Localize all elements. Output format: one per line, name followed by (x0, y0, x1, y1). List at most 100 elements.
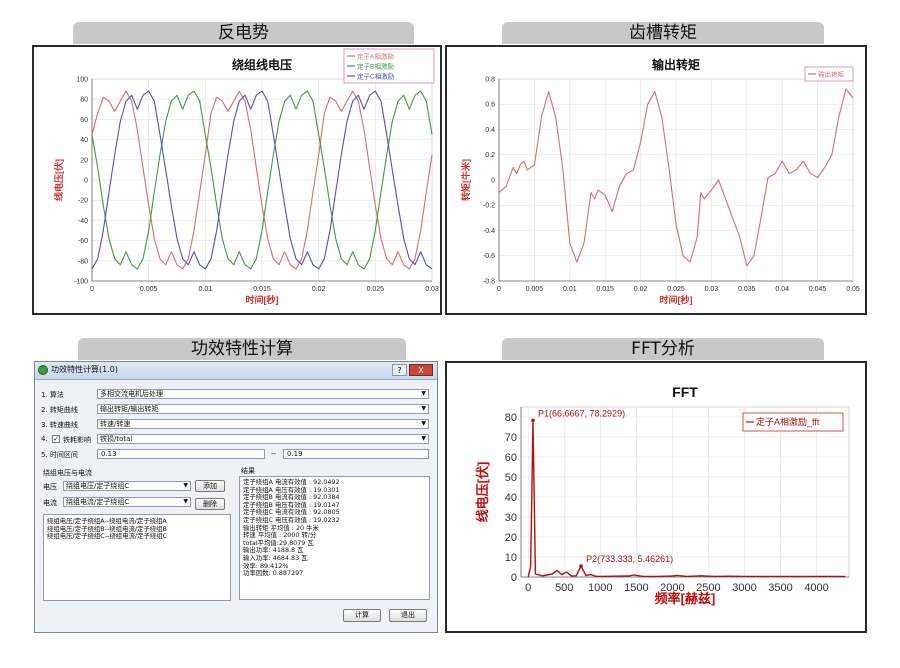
y-axis-label: 转矩[牛米] (460, 159, 471, 201)
current-value: 绕组电流/定子绕组C (66, 498, 130, 506)
exit-button[interactable]: 退出 (389, 609, 427, 622)
y-tick-label: 20 (80, 157, 88, 164)
x-tick-label: 0.02 (634, 286, 648, 293)
time-separator: -- (271, 450, 277, 458)
x-tick-label: 0.015 (596, 286, 614, 293)
list-item[interactable]: 绕组电压/定子绕组C--绕组电流/定子绕组C (47, 533, 227, 541)
time-range-label: 5. 时间区间 (41, 451, 78, 459)
time-from-input[interactable]: 0.13 (97, 449, 265, 459)
x-tick-label: 0.05 (846, 286, 860, 293)
fft-chart: 0 500 1000 1500 2000 2500 3000 3500 400001020304… (475, 384, 850, 606)
time-to-input[interactable]: 0.19 (283, 449, 429, 459)
back-emf-panel: 0 0.005 0.01 0.015 0.02 0.025 0.03 100 80 60 40 20 0… (32, 45, 442, 315)
efficiency-dialog: 功效特性计算(1.0) ? X 1. 算法 多相交流电机后处理 ▼ 2. 转矩曲… (34, 361, 438, 633)
chevron-down-icon: ▼ (421, 420, 426, 427)
result-title: 结果 (241, 467, 255, 475)
x-tick-label: 0.03 (705, 286, 719, 293)
y-tick-label: 60 (505, 452, 517, 464)
app-icon (38, 365, 48, 375)
x-tick-label: 0.01 (563, 286, 577, 293)
y-tick-label: 100 (76, 76, 88, 83)
y-tick-label: -0.4 (483, 228, 495, 235)
x-tick-label: 0.005 (140, 286, 158, 293)
iron-loss-checkbox[interactable]: ✓ (52, 435, 60, 443)
chevron-down-icon: ▼ (183, 498, 188, 505)
x-tick-label: 0 (497, 286, 501, 293)
pair-list[interactable]: 绕组电压/定子绕组A--绕组电流/定子绕组A 绕组电压/定子绕组B--绕组电流/… (43, 514, 231, 601)
dialog-titlebar[interactable]: 功效特性计算(1.0) ? X (35, 362, 437, 380)
delete-button[interactable]: 删除 (195, 498, 225, 510)
chevron-down-icon: ▼ (421, 435, 426, 442)
annotation-marker (579, 564, 583, 568)
chevron-down-icon: ▼ (421, 405, 426, 412)
x-axis-label: 时间[秒] (246, 294, 279, 305)
torque-curve-value: 输出转矩/输出转矩 (100, 405, 159, 413)
result-box: 定子绕组A 电流有效值 : 92.0492 定子绕组A 电压有效值 : 19.0… (239, 476, 430, 600)
close-button[interactable]: X (409, 364, 433, 376)
x-tick-label: 0.03 (425, 286, 439, 293)
algorithm-value: 多相交流电机后处理 (100, 390, 163, 398)
panel-title-back-emf: 反电势 (73, 22, 414, 44)
x-tick-label: 4000 (804, 582, 828, 594)
algorithm-select[interactable]: 多相交流电机后处理 ▼ (97, 389, 429, 399)
y-tick-label: -20 (78, 198, 88, 205)
algorithm-label: 1. 算法 (41, 391, 64, 399)
iron-loss-value: 铁损/total (100, 435, 133, 443)
y-tick-label: 0 (511, 572, 517, 584)
calculate-button[interactable]: 计算 (343, 609, 381, 622)
x-tick-label: 1500 (624, 582, 648, 594)
x-tick-label: 1000 (588, 582, 612, 594)
x-tick-label: 3000 (732, 582, 756, 594)
speed-curve-select[interactable]: 转速/转速 ▼ (97, 419, 429, 429)
annotation-label: P1(66.6667, 78.2929) (538, 408, 625, 418)
y-tick-label: -60 (78, 238, 88, 245)
y-tick-label: 0 (491, 177, 495, 184)
chevron-down-icon: ▼ (421, 390, 426, 397)
x-tick-label: 0.005 (526, 286, 544, 293)
y-tick-label: 50 (505, 472, 517, 484)
x-tick-label: 0 (90, 286, 94, 293)
y-axis-label: 线电压[伏] (53, 159, 64, 201)
x-axis-label: 时间[秒] (660, 294, 693, 305)
legend-label: 定子A相激励_fft (756, 416, 820, 427)
y-tick-label: 70 (505, 432, 517, 444)
x-tick-label: 0.035 (738, 286, 756, 293)
iron-loss-row-label: 4. (41, 435, 48, 443)
panel-title-efficiency: 功效特性计算 (78, 338, 406, 360)
current-select[interactable]: 绕组电流/定子绕组C ▼ (63, 497, 191, 507)
y-tick-label: 30 (505, 512, 517, 524)
add-button[interactable]: 添加 (195, 480, 225, 492)
voltage-select[interactable]: 绕组电压/定子绕组C ▼ (63, 481, 191, 491)
speed-curve-value: 转速/转速 (100, 420, 131, 428)
dialog-title: 功效特性计算(1.0) (51, 365, 118, 374)
y-tick-label: 80 (80, 97, 88, 104)
chart-title: 输出转矩 (652, 57, 700, 72)
legend-label: 输出转矩 (818, 69, 845, 78)
help-button[interactable]: ? (392, 364, 407, 376)
y-tick-label: -80 (78, 258, 88, 265)
y-tick-label: 60 (80, 117, 88, 124)
annotation-marker (531, 418, 535, 423)
chart-title: 绕组线电压 (232, 57, 292, 72)
y-tick-label: 10 (505, 552, 517, 564)
legend-label: 定子C相激励 (357, 71, 395, 80)
y-tick-label: 80 (505, 412, 517, 424)
torque-curve-select[interactable]: 输出转矩/输出转矩 ▼ (97, 404, 429, 414)
x-tick-label: 500 (555, 582, 573, 594)
cogging-torque-chart: 0 0.005 0.01 0.015 0.02 0.025 0.03 0.035 0.04 0.0… (460, 57, 860, 305)
y-tick-label: 0.2 (485, 152, 495, 159)
iron-loss-label: 铁耗影响 (63, 436, 91, 444)
legend-label: 定子B相激励 (357, 61, 394, 70)
y-tick-label: 40 (80, 137, 88, 144)
iron-loss-select[interactable]: 铁损/total ▼ (97, 434, 429, 444)
chart-title: FFT (672, 384, 698, 400)
x-tick-label: 0.02 (312, 286, 326, 293)
fft-panel: 0 500 1000 1500 2000 2500 3000 3500 4000 0 10 20 30 4… (445, 361, 867, 633)
cogging-torque-panel: 0 0.005 0.01 0.015 0.02 0.025 0.03 0.035 0.04 0.0… (445, 45, 867, 315)
panel-title-fft: FFT分析 (502, 338, 824, 360)
y-tick-label: -100 (74, 278, 88, 285)
chevron-down-icon: ▼ (183, 482, 188, 489)
voltage-label: 电压 (43, 483, 57, 491)
y-tick-label: 0 (84, 177, 88, 184)
y-tick-label: -0.2 (483, 203, 495, 210)
